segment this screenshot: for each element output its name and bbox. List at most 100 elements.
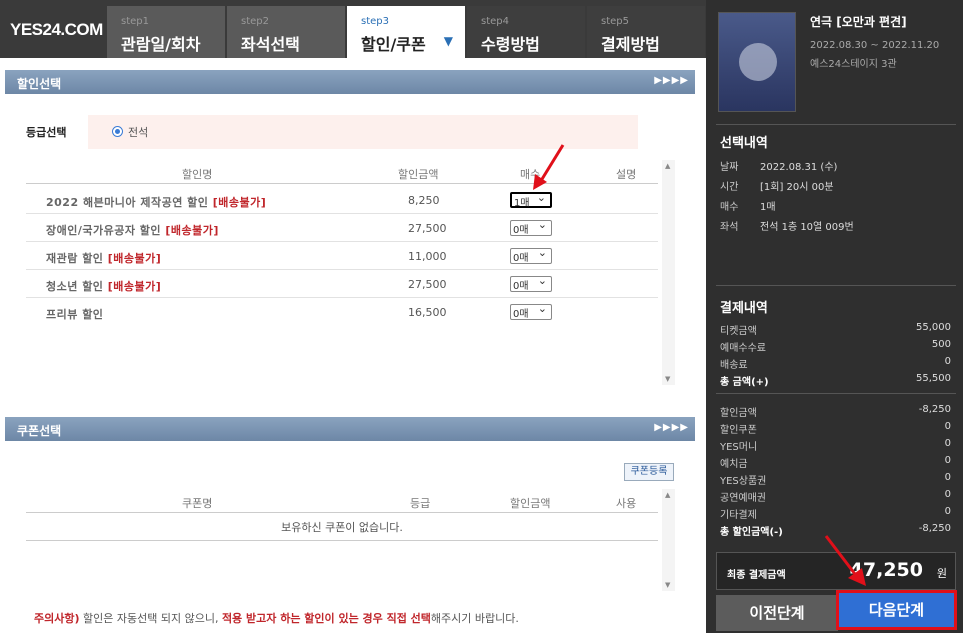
- payment-total-value: 55,500: [916, 373, 951, 384]
- arrows-icon: ▶▶▶▶: [654, 75, 689, 86]
- step-label: 수령방법: [481, 35, 540, 54]
- discount-amount: 27,500: [408, 222, 447, 235]
- show-title: 연극 [오만과 편견]: [810, 15, 907, 29]
- discount-key: YES머니: [720, 442, 758, 453]
- selection-value: 1매: [760, 202, 776, 213]
- table-header: 할인명 할인금액 매수 설명: [26, 160, 658, 184]
- show-poster: [718, 12, 796, 112]
- table-row: 프리뷰 할인 16,500 0매: [26, 298, 658, 326]
- notice-text: 주의사항) 할인은 자동선택 되지 않으니, 적용 받고자 하는 할인이 있는 …: [34, 610, 519, 626]
- step-5-tab[interactable]: step5 결제방법: [587, 6, 705, 58]
- discount-name: 장애인/국가유공자 할인 [배송불가]: [46, 222, 219, 238]
- discount-amount: 8,250: [408, 194, 440, 207]
- coupon-section-header: 쿠폰선택 ▶▶▶▶: [5, 417, 695, 441]
- notice-text-1: 할인은 자동선택 되지 않으니,: [79, 612, 222, 625]
- step-2-tab[interactable]: step2 좌석선택: [227, 6, 345, 58]
- header-qty: 매수: [520, 168, 541, 181]
- final-amount-unit: 원: [936, 567, 947, 580]
- previous-step-button[interactable]: 이전단계: [716, 595, 838, 631]
- discount-name-text: 2022 해븐마니아 제작공연 할인: [46, 196, 209, 209]
- qty-select[interactable]: 0매: [510, 246, 552, 264]
- header-amount: 할인금액: [510, 497, 551, 510]
- discount-scrollbar[interactable]: ▲ ▼: [662, 160, 675, 385]
- selection-title: 선택내역: [720, 136, 768, 151]
- discount-name-text: 청소년 할인: [46, 280, 104, 293]
- table-row: 청소년 할인 [배송불가] 27,500 0매: [26, 270, 658, 298]
- payment-key: 예매수수료: [720, 343, 766, 354]
- divider: [716, 285, 956, 286]
- qty-select[interactable]: 1매: [510, 191, 552, 209]
- step-number: step5: [601, 16, 629, 27]
- discount-name: 재관람 할인 [배송불가]: [46, 250, 161, 266]
- show-dates: 2022.08.30 ~ 2022.11.20: [810, 40, 940, 51]
- divider: [716, 393, 956, 394]
- next-step-button[interactable]: 다음단계: [836, 590, 957, 630]
- table-row: 2022 해븐마니아 제작공연 할인 [배송불가] 8,250 1매: [26, 186, 658, 214]
- step-number: step1: [121, 16, 149, 27]
- table-row: 재관람 할인 [배송불가] 11,000 0매: [26, 242, 658, 270]
- final-amount-box: 최종 결제금액 47,250 원: [716, 552, 956, 590]
- step-3-tab-active[interactable]: step3 할인/쿠폰 ▼: [347, 6, 465, 58]
- scroll-up-icon[interactable]: ▲: [665, 491, 670, 499]
- show-venue: 예스24스테이지 3관: [810, 59, 897, 70]
- discount-name: 프리뷰 할인: [46, 306, 103, 322]
- scroll-down-icon[interactable]: ▼: [665, 581, 670, 589]
- grade-radio[interactable]: [112, 126, 123, 137]
- step-number: step4: [481, 16, 509, 27]
- table-header: 쿠폰명 등급 할인금액 사용: [26, 489, 658, 513]
- discount-tag: [배송불가]: [107, 252, 162, 265]
- step-label: 할인/쿠폰: [361, 35, 426, 54]
- discount-name-text: 재관람 할인: [46, 252, 104, 265]
- coupon-scrollbar[interactable]: ▲ ▼: [662, 489, 675, 591]
- payment-value: 0: [944, 356, 951, 367]
- selection-value: 전석 1층 10열 009번: [760, 222, 854, 233]
- discount-value: 0: [944, 489, 951, 500]
- section-title: 쿠폰선택: [17, 424, 62, 438]
- qty-select[interactable]: 0매: [510, 274, 552, 292]
- yes24-logo[interactable]: YES24.COM: [10, 20, 103, 40]
- discount-value: 0: [944, 506, 951, 517]
- step-label: 좌석선택: [241, 35, 300, 54]
- grade-select-box: 전석: [88, 115, 638, 149]
- table-row: 장애인/국가유공자 할인 [배송불가] 27,500 0매: [26, 214, 658, 242]
- discount-amount: 27,500: [408, 278, 447, 291]
- discount-tag: [배송불가]: [107, 280, 162, 293]
- payment-value: 500: [931, 339, 951, 350]
- poster-moon: [739, 43, 777, 81]
- payment-total-key: 총 금액(+): [720, 377, 769, 388]
- payment-value: 55,000: [916, 322, 951, 333]
- scroll-up-icon[interactable]: ▲: [665, 162, 670, 170]
- notice-emphasis: 적용 받고자 하는 할인이 있는 경우 직접 선택: [221, 612, 431, 625]
- coupon-empty-message: 보유하신 쿠폰이 없습니다.: [26, 515, 658, 541]
- chevron-down-icon: ▼: [443, 34, 453, 48]
- notice-lead: 주의사항): [34, 612, 80, 625]
- discount-total-key: 총 할인금액(-): [720, 527, 783, 538]
- coupon-register-button[interactable]: 쿠폰등록: [624, 463, 674, 481]
- step-1-tab[interactable]: step1 관람일/회차: [107, 6, 225, 58]
- selection-key: 좌석: [720, 222, 739, 233]
- discount-value: 0: [944, 472, 951, 483]
- selection-value: 2022.08.31 (수): [760, 162, 838, 173]
- qty-select[interactable]: 0매: [510, 218, 552, 236]
- notice-text-2: 해주시기 바랍니다.: [430, 612, 519, 625]
- discount-key: 공연예매권: [720, 493, 766, 504]
- arrows-icon: ▶▶▶▶: [654, 422, 689, 433]
- order-summary-panel: 연극 [오만과 편견] 2022.08.30 ~ 2022.11.20 예스24…: [706, 0, 963, 633]
- divider: [716, 124, 956, 125]
- discount-name-text: 장애인/국가유공자 할인: [46, 224, 162, 237]
- qty-select[interactable]: 0매: [510, 302, 552, 320]
- step-label: 관람일/회차: [121, 35, 201, 54]
- top-navigation: YES24.COM step1 관람일/회차 step2 좌석선택 step3 할인/…: [0, 0, 706, 58]
- grade-value: 전석: [128, 126, 149, 139]
- discount-name: 청소년 할인 [배송불가]: [46, 278, 161, 294]
- discount-amount: 11,000: [408, 250, 447, 263]
- discount-key: YES상품권: [720, 476, 767, 487]
- selection-value: [1회] 20시 00분: [760, 182, 834, 193]
- discount-table: 할인명 할인금액 매수 설명 2022 해븐마니아 제작공연 할인 [배송불가]…: [26, 160, 658, 385]
- discount-value: -8,250: [918, 404, 951, 415]
- step-4-tab[interactable]: step4 수령방법: [467, 6, 585, 58]
- payment-key: 티켓금액: [720, 326, 757, 337]
- scroll-down-icon[interactable]: ▼: [665, 375, 670, 383]
- section-title: 할인선택: [17, 77, 62, 91]
- step-number: step2: [241, 16, 269, 27]
